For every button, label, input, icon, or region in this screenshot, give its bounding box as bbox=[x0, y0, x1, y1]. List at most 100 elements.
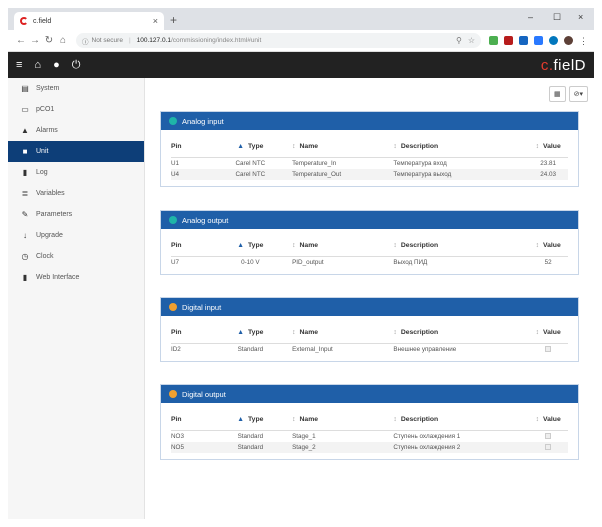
tab-title: c.field bbox=[33, 17, 52, 25]
extensions: ⋮ bbox=[489, 36, 588, 46]
card-header: Analog output bbox=[161, 211, 578, 229]
table-header: Pin ▲ Type ↕ Name ↕ Description ↕ Value bbox=[171, 322, 568, 344]
extension-icon[interactable] bbox=[549, 36, 558, 45]
sort-icon: ↕ bbox=[393, 329, 397, 336]
card-title: Analog output bbox=[182, 215, 229, 225]
sort-icon: ↕ bbox=[535, 329, 539, 336]
back-icon[interactable]: ← bbox=[14, 35, 28, 46]
col-name[interactable]: ↕ Name bbox=[280, 242, 379, 249]
card-digital-output: Digital output Pin ▲ Type ↕ Name ↕ Descript… bbox=[160, 384, 579, 460]
info-icon[interactable]: ⓘ bbox=[82, 36, 89, 46]
col-type[interactable]: ▲ Type bbox=[221, 242, 281, 249]
col-description[interactable]: ↕ Description bbox=[379, 416, 528, 423]
value-checkbox[interactable] bbox=[545, 345, 552, 352]
bookmark-icon: ▮ bbox=[22, 273, 28, 282]
sidebar-item-pco1[interactable]: ▭ pCO1 bbox=[8, 99, 144, 120]
col-description[interactable]: ↕ Description bbox=[379, 329, 528, 336]
sort-icon: ↕ bbox=[393, 143, 397, 150]
browser-tab-bar: c.field × + – ☐ × bbox=[8, 8, 594, 30]
col-type[interactable]: ▲ Type bbox=[221, 416, 281, 423]
cfield-logo: c.fielD bbox=[540, 56, 586, 74]
hamburger-menu-icon[interactable]: ≡ bbox=[16, 59, 22, 71]
zoom-icon[interactable]: ⚲ bbox=[456, 36, 462, 45]
sort-icon: ↕ bbox=[393, 416, 397, 423]
bell-icon: ▲ bbox=[21, 126, 29, 135]
table-header: Pin ▲ Type ↕ Name ↕ Description ↕ Value bbox=[171, 136, 568, 158]
sidebar-item-variables[interactable]: ≣ Variables bbox=[8, 183, 144, 204]
sidebar-item-upgrade[interactable]: ↓ Upgrade bbox=[8, 225, 144, 246]
sort-icon: ↕ bbox=[292, 143, 296, 150]
col-type[interactable]: ▲ Type bbox=[221, 329, 281, 336]
col-description[interactable]: ↕ Description bbox=[379, 143, 528, 150]
col-pin[interactable]: Pin bbox=[171, 143, 221, 150]
sidebar-item-log[interactable]: ▮ Log bbox=[8, 162, 144, 183]
sort-icon: ↕ bbox=[292, 416, 296, 423]
status-dot-icon bbox=[169, 390, 177, 398]
wrench-icon: ✎ bbox=[21, 210, 29, 219]
options-dropdown-button[interactable]: ⊘▾ bbox=[568, 86, 588, 102]
col-pin[interactable]: Pin bbox=[171, 416, 221, 423]
table-row[interactable]: U7 0-10 V PID_output Выход ПИД 52 bbox=[171, 257, 568, 268]
col-name[interactable]: ↕ Name bbox=[280, 143, 379, 150]
sidebar-item-web-interface[interactable]: ▮ Web Interface bbox=[8, 267, 144, 288]
view-toolbar: ▦ ⊘▾ bbox=[548, 86, 588, 102]
sort-icon: ↕ bbox=[393, 242, 397, 249]
reload-icon[interactable]: ↻ bbox=[42, 35, 56, 46]
sort-asc-icon: ▲ bbox=[237, 416, 245, 423]
value-checkbox[interactable] bbox=[545, 432, 552, 439]
power-icon[interactable]: ⏻ bbox=[72, 59, 81, 72]
view-toggle-button[interactable]: ▦ bbox=[548, 86, 566, 102]
minimize-button[interactable]: – bbox=[528, 12, 533, 22]
sort-icon: ↕ bbox=[292, 329, 296, 336]
not-secure-label: Not secure bbox=[91, 37, 123, 44]
sort-icon: ↕ bbox=[535, 242, 539, 249]
linkedin-icon[interactable] bbox=[519, 36, 528, 45]
browser-tab[interactable]: c.field × bbox=[14, 12, 164, 30]
col-pin[interactable]: Pin bbox=[171, 242, 221, 249]
table-row[interactable]: U4 Carel NTC Temperature_Out Температура… bbox=[171, 169, 568, 180]
extension-icon[interactable] bbox=[534, 36, 543, 45]
sort-asc-icon: ▲ bbox=[237, 242, 245, 249]
home-icon[interactable]: ⌂ bbox=[34, 59, 41, 71]
maximize-button[interactable]: ☐ bbox=[553, 12, 561, 23]
sort-icon: ↕ bbox=[292, 242, 296, 249]
close-window-button[interactable]: × bbox=[578, 12, 583, 22]
col-value[interactable]: ↕ Value bbox=[528, 143, 568, 150]
profile-avatar-icon[interactable] bbox=[564, 36, 573, 45]
table-row[interactable]: U1 Carel NTC Temperature_In Температура … bbox=[171, 158, 568, 169]
table-row[interactable]: NO5 Standard Stage_2 Ступень охлаждения … bbox=[171, 442, 568, 453]
col-description[interactable]: ↕ Description bbox=[379, 242, 528, 249]
sidebar-item-parameters[interactable]: ✎ Parameters bbox=[8, 204, 144, 225]
home-icon[interactable]: ⌂ bbox=[56, 35, 70, 46]
sidebar-item-unit[interactable]: ■ Unit bbox=[8, 141, 144, 162]
status-dot-icon bbox=[169, 117, 177, 125]
user-icon[interactable]: ● bbox=[53, 59, 60, 71]
table-row[interactable]: ID2 Standard External_Input Внешнее упра… bbox=[171, 344, 568, 355]
new-tab-button[interactable]: + bbox=[170, 13, 177, 27]
col-value[interactable]: ↕ Value bbox=[528, 329, 568, 336]
col-pin[interactable]: Pin bbox=[171, 329, 221, 336]
app-navbar: ≡ ⌂ ● ⏻ c.fielD bbox=[8, 52, 594, 78]
extension-icon[interactable] bbox=[504, 36, 513, 45]
extension-icon[interactable] bbox=[489, 36, 498, 45]
bookmark-star-icon[interactable]: ☆ bbox=[468, 36, 475, 45]
card-header: Analog input bbox=[161, 112, 578, 130]
server-icon: ▤ bbox=[21, 84, 29, 93]
forward-icon[interactable]: → bbox=[28, 35, 42, 46]
col-type[interactable]: ▲ Type bbox=[221, 143, 281, 150]
sidebar-item-alarms[interactable]: ▲ Alarms bbox=[8, 120, 144, 141]
card-header: Digital input bbox=[161, 298, 578, 316]
col-value[interactable]: ↕ Value bbox=[528, 242, 568, 249]
sidebar-item-clock[interactable]: ◷ Clock bbox=[8, 246, 144, 267]
url-input[interactable]: ⓘ Not secure | 100.127.0.1 /commissionin… bbox=[76, 33, 481, 48]
table-row[interactable]: NO3 Standard Stage_1 Ступень охлаждения … bbox=[171, 431, 568, 442]
col-value[interactable]: ↕ Value bbox=[528, 416, 568, 423]
browser-menu-icon[interactable]: ⋮ bbox=[579, 36, 588, 46]
col-name[interactable]: ↕ Name bbox=[280, 416, 379, 423]
sort-icon: ↕ bbox=[535, 416, 539, 423]
address-bar: ← → ↻ ⌂ ⓘ Not secure | 100.127.0.1 /comm… bbox=[8, 30, 594, 52]
value-checkbox[interactable] bbox=[545, 443, 552, 450]
tab-close-icon[interactable]: × bbox=[153, 16, 158, 26]
col-name[interactable]: ↕ Name bbox=[280, 329, 379, 336]
sidebar-item-system[interactable]: ▤ System bbox=[8, 78, 144, 99]
